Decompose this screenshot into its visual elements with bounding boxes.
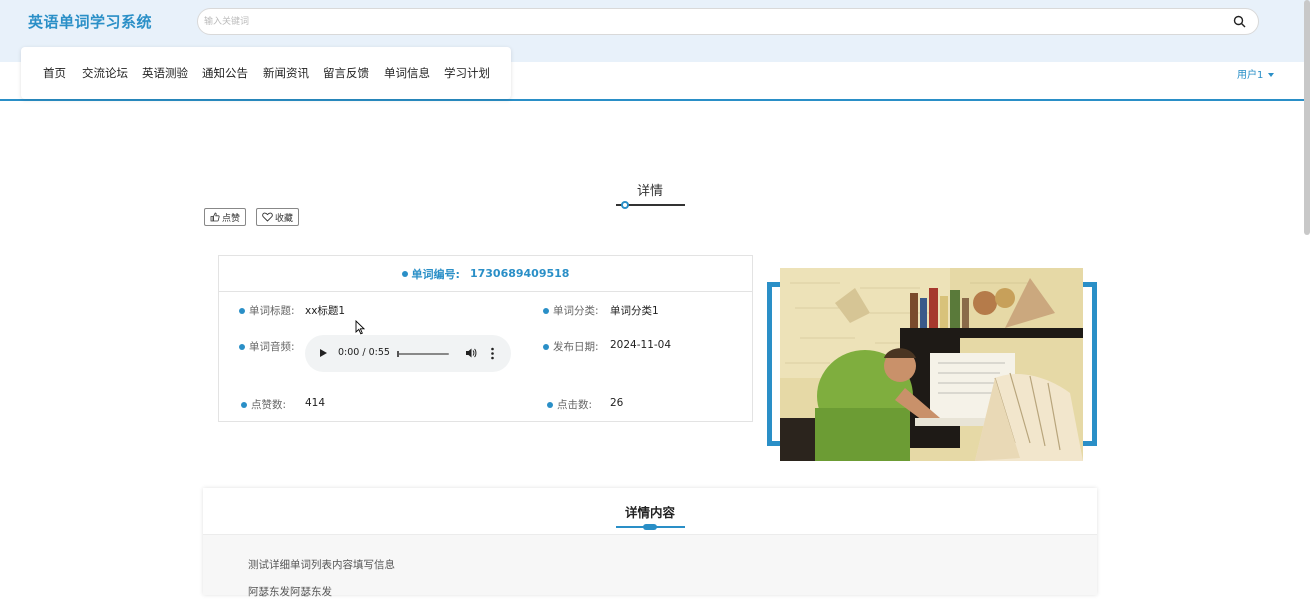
user-menu[interactable]: 用户1 bbox=[1237, 66, 1275, 81]
user-name: 用户1 bbox=[1237, 70, 1264, 81]
word-id-row: 单词编号: 1730689409518 bbox=[219, 256, 752, 292]
like-button[interactable]: 点赞 bbox=[204, 208, 247, 226]
title-field-label: 单词标题: bbox=[239, 303, 295, 318]
audio-seek-knob[interactable] bbox=[397, 351, 399, 357]
bullet-dot bbox=[239, 308, 245, 314]
detail-content-card: 详情内容 测试详细单词列表内容填写信息 阿瑟东发阿瑟东发 bbox=[203, 488, 1097, 598]
bullet-dot bbox=[547, 402, 553, 408]
thumbs-up-icon bbox=[210, 212, 220, 222]
date-field-value: 2024-11-04 bbox=[610, 339, 672, 351]
search-icon[interactable] bbox=[1233, 15, 1246, 28]
more-options-icon[interactable] bbox=[491, 347, 494, 360]
audio-seek-bar[interactable] bbox=[397, 353, 449, 355]
favorite-button[interactable]: 收藏 bbox=[256, 208, 300, 226]
bullet-dot bbox=[543, 308, 549, 314]
bullet-dot bbox=[241, 402, 247, 408]
audio-player[interactable]: 0:00 / 0:55 bbox=[305, 335, 511, 372]
detail-line: 阿瑟东发阿瑟东发 bbox=[248, 586, 332, 598]
nav-words[interactable]: 单词信息 bbox=[384, 65, 430, 81]
category-field-label: 单词分类: bbox=[543, 303, 599, 318]
section-underline-dot bbox=[621, 201, 629, 209]
category-field-value: 单词分类1 bbox=[610, 305, 659, 317]
nav-quiz[interactable]: 英语测验 bbox=[142, 65, 188, 81]
nav-home[interactable]: 首页 bbox=[43, 65, 66, 81]
audio-time: 0:00 / 0:55 bbox=[338, 347, 390, 358]
audio-field-label: 单词音频: bbox=[239, 339, 295, 354]
nav-feedback[interactable]: 留言反馈 bbox=[323, 65, 369, 81]
heart-icon bbox=[262, 212, 273, 222]
bullet-dot bbox=[239, 344, 245, 350]
detail-title: 详情内容 bbox=[624, 505, 675, 520]
detail-body: 测试详细单词列表内容填写信息 阿瑟东发阿瑟东发 bbox=[203, 534, 1097, 598]
header-divider bbox=[0, 99, 1310, 101]
nav-forum[interactable]: 交流论坛 bbox=[82, 65, 128, 81]
clicks-field-label: 点击数: bbox=[547, 397, 592, 412]
nav-plan[interactable]: 学习计划 bbox=[444, 65, 490, 81]
main-nav: 首页 交流论坛 英语测验 通知公告 新闻资讯 留言反馈 单词信息 学习计划 bbox=[21, 47, 511, 99]
detail-underline-pill bbox=[643, 524, 657, 530]
likes-field-label: 点赞数: bbox=[241, 397, 286, 412]
page-scrollbar[interactable] bbox=[1304, 0, 1310, 235]
search-bar[interactable] bbox=[197, 8, 1259, 35]
bullet-dot bbox=[543, 344, 549, 350]
detail-line: 测试详细单词列表内容填写信息 bbox=[248, 559, 395, 571]
volume-icon[interactable] bbox=[465, 347, 477, 359]
bullet-dot bbox=[401, 270, 408, 277]
nav-news[interactable]: 新闻资讯 bbox=[263, 65, 309, 81]
title-field-value: xx标题1 bbox=[305, 305, 346, 317]
site-logo[interactable]: 英语单词学习系统 bbox=[28, 11, 152, 32]
word-image bbox=[780, 268, 1083, 461]
mouse-cursor-icon bbox=[355, 320, 365, 335]
likes-field-value: 414 bbox=[305, 397, 326, 409]
word-id-value: 1730689409518 bbox=[469, 267, 570, 280]
like-label: 点赞 bbox=[222, 213, 241, 224]
word-info-panel: 单词编号: 1730689409518 单词标题: xx标题1 单词分类: 单词… bbox=[218, 255, 753, 422]
nav-notice[interactable]: 通知公告 bbox=[202, 65, 248, 81]
date-field-label: 发布日期: bbox=[543, 339, 599, 354]
section-title: 详情 bbox=[636, 184, 663, 199]
favorite-label: 收藏 bbox=[275, 213, 294, 224]
clicks-field-value: 26 bbox=[610, 397, 624, 409]
play-icon[interactable] bbox=[320, 349, 327, 357]
search-input[interactable] bbox=[204, 13, 1204, 31]
chevron-down-icon bbox=[1268, 73, 1275, 77]
word-id-label: 单词编号: bbox=[411, 267, 460, 281]
